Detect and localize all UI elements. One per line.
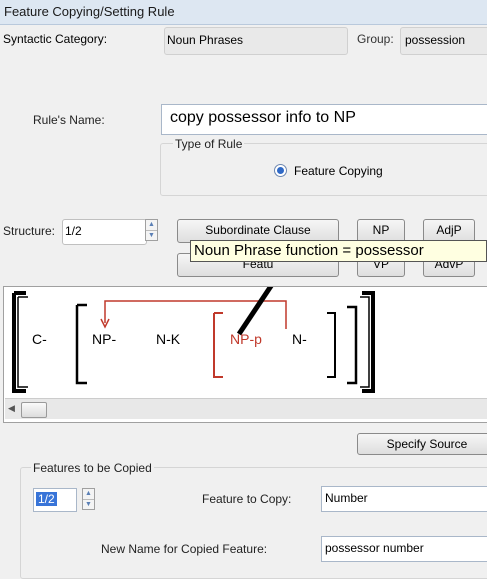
pointer-arrow-shaft <box>236 287 274 336</box>
new-name-label: New Name for Copied Feature: <box>101 542 268 556</box>
outer-right-bracket-inner <box>360 296 370 388</box>
category-label: Syntactic Category: <box>3 32 108 46</box>
diagram-outer-label: C- <box>32 331 47 347</box>
group-field: possession <box>400 27 487 55</box>
feature-to-copy-value: Number <box>325 491 368 505</box>
window-title: Feature Copying/Setting Rule <box>4 4 175 19</box>
feature-copying-radio[interactable] <box>274 164 287 177</box>
feature-index-spinner[interactable]: ▲ ▼ <box>82 488 95 510</box>
possessor-left-bracket <box>213 312 223 378</box>
np-function-tooltip: Noun Phrase function = possessor <box>190 240 487 262</box>
structure-diagram: C- NP- N-K NP-p N- ◀ <box>3 286 487 423</box>
structure-label: Structure: <box>3 224 56 238</box>
feature-to-copy-select[interactable]: Number <box>321 486 487 512</box>
feature-copying-label: Feature Copying <box>294 164 383 178</box>
diagram-nk-label: N-K <box>156 331 181 347</box>
radio-dot-icon <box>277 167 284 174</box>
rule-name-value: copy possessor info to NP <box>170 109 356 126</box>
window-titlebar: Feature Copying/Setting Rule <box>0 0 487 25</box>
np-left-bracket <box>75 303 87 385</box>
features-copied-legend: Features to be Copied <box>31 461 154 475</box>
specify-source-button[interactable]: Specify Source <box>357 433 487 455</box>
outer-left-bracket <box>12 291 26 393</box>
scrollbar-thumb[interactable] <box>21 402 47 418</box>
spin-up-icon[interactable]: ▲ <box>146 220 157 230</box>
structure-spinner[interactable]: ▲ ▼ <box>145 219 158 241</box>
spin-down-icon[interactable]: ▼ <box>146 230 157 241</box>
rule-name-label: Rule's Name: <box>33 113 105 127</box>
feature-index-value: 1/2 <box>36 492 57 506</box>
spin-down-icon[interactable]: ▼ <box>83 499 94 510</box>
diagram-scrollbar[interactable]: ◀ <box>5 398 487 419</box>
rule-type-legend: Type of Rule <box>173 137 245 151</box>
scroll-left-icon[interactable]: ◀ <box>8 403 15 414</box>
feature-index-field[interactable]: 1/2 <box>33 488 77 512</box>
inner-right-bracket <box>327 312 336 378</box>
diagram-n-label: N- <box>292 331 307 347</box>
new-name-value: possessor number <box>325 541 424 555</box>
category-field: Noun Phrases <box>164 27 348 55</box>
structure-value: 1/2 <box>65 224 82 238</box>
category-value: Noun Phrases <box>167 33 244 47</box>
structure-field: 1/2 <box>62 219 147 245</box>
spin-up-icon[interactable]: ▲ <box>83 489 94 499</box>
outer-left-bracket-inner <box>17 296 28 388</box>
diagram-npp-label: NP-p <box>230 331 262 347</box>
feature-to-copy-label: Feature to Copy: <box>202 492 292 506</box>
diagram-np-label: NP- <box>92 331 117 347</box>
np-right-bracket <box>347 305 358 385</box>
features-copied-group <box>20 467 487 579</box>
group-value: possession <box>405 33 466 47</box>
outer-right-bracket <box>362 291 375 393</box>
new-name-input[interactable]: possessor number <box>321 536 487 562</box>
group-label: Group: <box>357 32 394 46</box>
rule-name-input[interactable]: copy possessor info to NP <box>161 104 487 135</box>
